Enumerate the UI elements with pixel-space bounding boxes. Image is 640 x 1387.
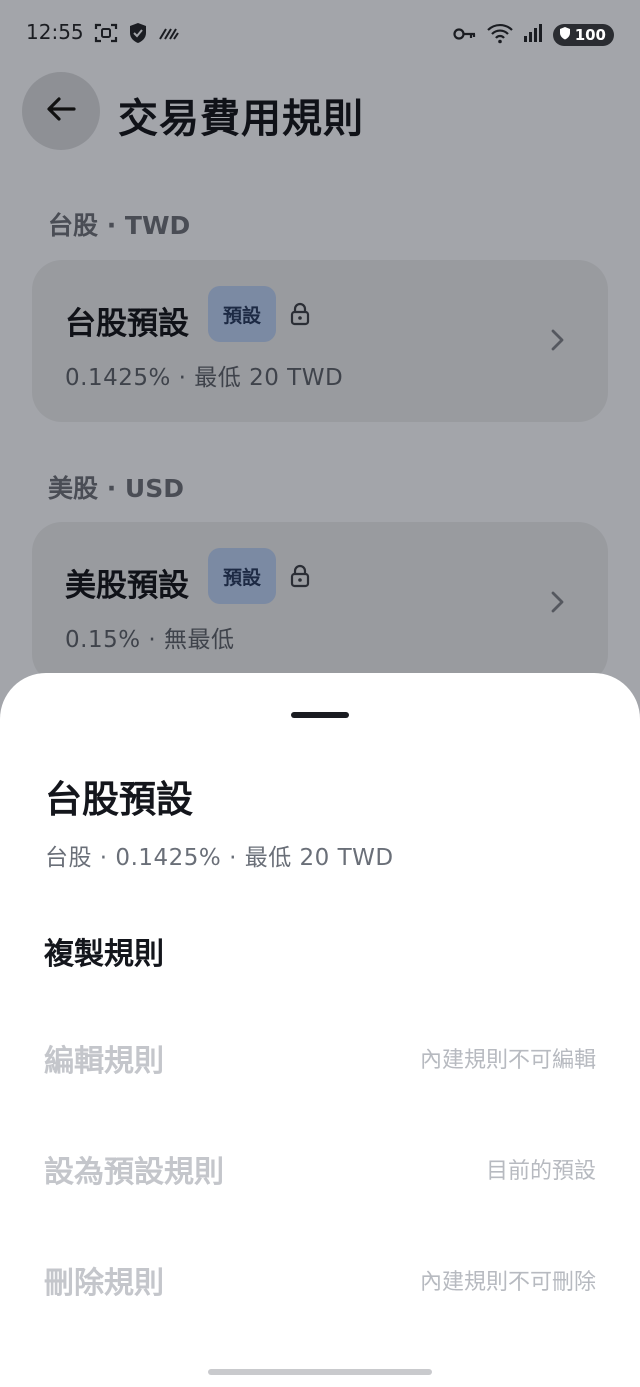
status-icons-right: 100 [453,22,614,48]
edit-rule-button[interactable]: 編輯規則 內建規則不可編輯 [0,1018,640,1098]
section-label-usd: 美股 · USD [48,474,184,503]
chevron-right-icon [550,328,564,356]
battery-level: 100 [574,26,606,44]
action-label: 複製規則 [44,937,164,972]
shield-icon [128,22,148,48]
rule-description: 0.15% · 無最低 [65,627,235,653]
back-button[interactable] [22,72,100,150]
action-note: 內建規則不可編輯 [419,1048,596,1073]
lock-icon [290,302,310,330]
lock-icon [290,564,310,592]
vpn-key-icon [453,26,477,45]
chevron-right-icon [550,590,564,618]
action-note: 內建規則不可刪除 [419,1270,596,1295]
rule-card-tw-default[interactable]: 台股預設 預設 0.1425% · 最低 20 TWD [32,260,608,422]
action-label: 刪除規則 [44,1266,164,1301]
action-note: 目前的預設 [485,1159,596,1184]
delete-rule-button[interactable]: 刪除規則 內建規則不可刪除 [0,1240,640,1320]
section-label-twd: 台股 · TWD [48,211,191,240]
rule-name: 美股預設 [65,568,189,604]
sheet-drag-handle[interactable] [291,712,349,718]
copy-rule-button[interactable]: 複製規則 [0,911,640,991]
arrow-left-icon [46,96,76,126]
rule-name: 台股預設 [65,306,189,342]
battery-shield-icon [559,26,571,44]
action-label: 編輯規則 [44,1044,164,1079]
battery-indicator: 100 [552,24,614,46]
rule-card-us-default[interactable]: 美股預設 預設 0.15% · 無最低 [32,522,608,684]
default-badge: 預設 [208,286,276,342]
status-time: 12:55 [26,20,84,44]
bottom-sheet: 台股預設 台股 · 0.1425% · 最低 20 TWD 複製規則 編輯規則 … [0,673,640,1387]
action-label: 設為預設規則 [44,1155,224,1190]
set-default-rule-button[interactable]: 設為預設規則 目前的預設 [0,1129,640,1209]
home-indicator[interactable] [208,1369,432,1375]
screen-capture-icon [94,22,118,48]
page-title: 交易費用規則 [118,96,364,142]
rule-description: 0.1425% · 最低 20 TWD [65,365,344,391]
signal-icon [523,23,543,47]
status-icons-left [94,22,180,48]
wifi-icon [486,22,513,48]
sheet-subtitle: 台股 · 0.1425% · 最低 20 TWD [45,845,394,871]
default-badge: 預設 [208,548,276,604]
sheet-title: 台股預設 [45,778,193,821]
data-saver-icon [158,25,180,45]
